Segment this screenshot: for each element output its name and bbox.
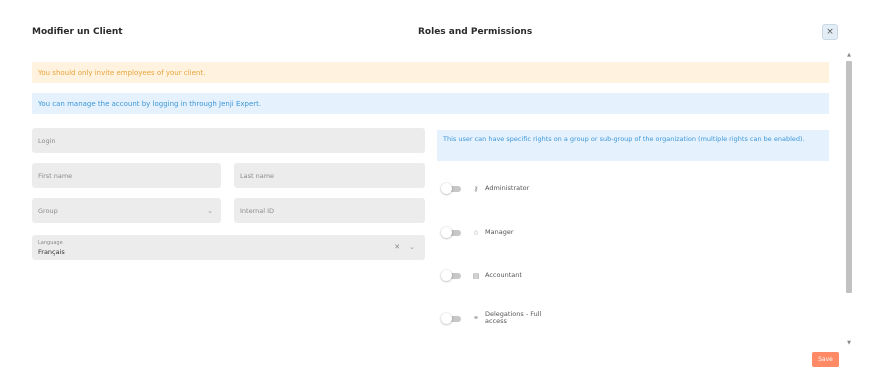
- last-name-placeholder: Last name: [240, 171, 275, 180]
- scrollbar-thumb[interactable]: [846, 61, 852, 293]
- role-label-delegations: Delegations - Full access: [485, 310, 542, 325]
- handshake-icon: ⚭: [473, 314, 479, 322]
- accountant-toggle[interactable]: [441, 270, 463, 281]
- role-label-accountant: Accountant: [485, 271, 522, 279]
- clear-icon[interactable]: ✕: [394, 243, 400, 251]
- role-label-manager: Manager: [485, 228, 514, 236]
- key-icon: ⚷: [473, 184, 479, 193]
- last-name-input[interactable]: Last name: [234, 163, 425, 188]
- calculator-icon: ▤: [472, 271, 480, 280]
- role-label-administrator: Administrator: [485, 184, 530, 192]
- chevron-down-icon[interactable]: ⌄: [409, 243, 415, 251]
- internal-id-placeholder: Internal ID: [240, 206, 275, 215]
- permissions-info-alert: This user can have specific rights on a …: [437, 130, 829, 161]
- language-select[interactable]: Language Français ✕ ⌄: [32, 235, 425, 260]
- login-input[interactable]: Login: [32, 128, 425, 153]
- group-placeholder: Group: [38, 206, 58, 215]
- close-button[interactable]: ×: [822, 24, 838, 40]
- internal-id-input[interactable]: Internal ID: [234, 198, 425, 223]
- role-row-delegations: ⚭ Delegations - Full access: [441, 311, 543, 325]
- language-value: Français: [38, 247, 65, 256]
- close-icon: ×: [826, 27, 834, 37]
- save-button[interactable]: Save: [812, 352, 839, 367]
- scroll-down-arrow-icon[interactable]: ▼: [846, 340, 852, 346]
- language-label: Language: [38, 239, 63, 246]
- scroll-up-arrow-icon[interactable]: ▲: [846, 52, 852, 58]
- first-name-placeholder: First name: [38, 171, 73, 180]
- login-placeholder: Login: [38, 136, 56, 145]
- first-name-input[interactable]: First name: [32, 163, 221, 188]
- manager-toggle[interactable]: [441, 227, 463, 238]
- chevron-down-icon: ⌄: [207, 206, 213, 215]
- modal-title: Modifier un Client: [32, 27, 123, 37]
- group-select[interactable]: Group ⌄: [32, 198, 221, 223]
- star-icon: ☆: [472, 228, 480, 237]
- section-title-roles: Roles and Permissions: [418, 27, 533, 37]
- delegations-toggle[interactable]: [441, 312, 463, 324]
- scrollbar[interactable]: ▲ ▼: [846, 52, 852, 346]
- role-row-accountant: ▤ Accountant: [441, 270, 522, 281]
- info-alert: You can manage the account by logging in…: [32, 93, 829, 114]
- warning-alert: You should only invite employees of your…: [32, 62, 829, 83]
- administrator-toggle[interactable]: [441, 183, 463, 194]
- role-row-manager: ☆ Manager: [441, 227, 514, 238]
- role-row-administrator: ⚷ Administrator: [441, 183, 529, 194]
